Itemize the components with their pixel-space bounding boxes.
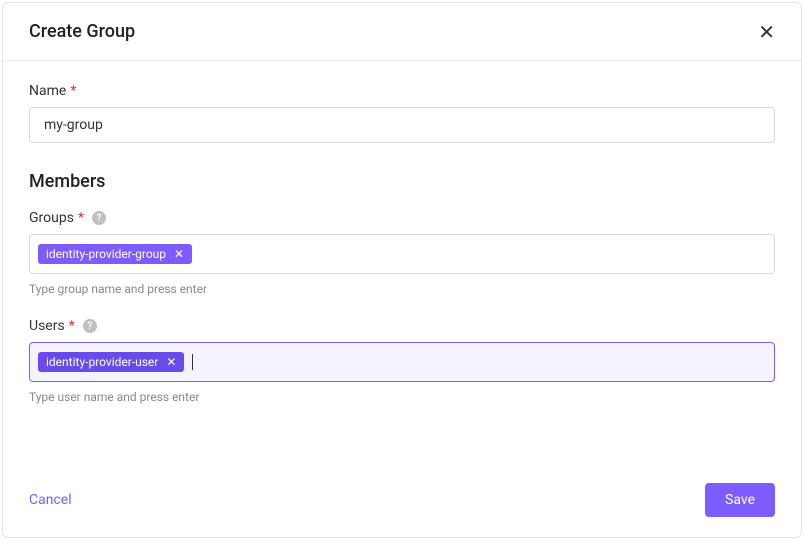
members-section-title: Members	[29, 171, 775, 192]
users-tag-input[interactable]: identity-provider-user ✕	[29, 342, 775, 382]
user-tag: identity-provider-user ✕	[38, 352, 184, 372]
users-field: Users * ? identity-provider-user ✕ Type …	[29, 318, 775, 404]
text-cursor-icon	[192, 354, 193, 370]
users-helper: Type user name and press enter	[29, 390, 775, 404]
users-tag-entry[interactable]	[199, 353, 766, 372]
help-icon[interactable]: ?	[92, 211, 106, 225]
close-icon[interactable]: ✕	[758, 22, 775, 42]
name-label: Name *	[29, 83, 775, 99]
modal-title: Create Group	[29, 21, 135, 42]
required-star-icon: *	[70, 83, 76, 99]
modal-header: Create Group ✕	[3, 3, 801, 61]
group-tag: identity-provider-group ✕	[38, 244, 192, 264]
groups-tag-input[interactable]: identity-provider-group ✕	[29, 234, 775, 274]
remove-tag-icon[interactable]: ✕	[174, 248, 184, 260]
groups-field: Groups * ? identity-provider-group ✕ Typ…	[29, 210, 775, 296]
name-label-text: Name	[29, 83, 66, 99]
groups-helper: Type group name and press enter	[29, 282, 775, 296]
modal-body: Name * Members Groups * ? identity-provi…	[3, 61, 801, 469]
users-label: Users * ?	[29, 318, 775, 334]
name-input[interactable]	[29, 107, 775, 143]
user-tag-text: identity-provider-user	[46, 356, 158, 368]
modal-footer: Cancel Save	[3, 469, 801, 537]
help-icon[interactable]: ?	[83, 319, 97, 333]
required-star-icon: *	[69, 318, 75, 334]
users-label-text: Users	[29, 318, 65, 334]
groups-label: Groups * ?	[29, 210, 775, 226]
required-star-icon: *	[78, 210, 84, 226]
group-tag-text: identity-provider-group	[46, 248, 166, 260]
remove-tag-icon[interactable]: ✕	[166, 356, 176, 368]
cancel-button[interactable]: Cancel	[29, 484, 72, 516]
save-button[interactable]: Save	[705, 483, 775, 517]
groups-tag-entry[interactable]	[198, 245, 766, 264]
create-group-modal: Create Group ✕ Name * Members Groups * ?…	[2, 2, 802, 538]
groups-label-text: Groups	[29, 210, 74, 226]
